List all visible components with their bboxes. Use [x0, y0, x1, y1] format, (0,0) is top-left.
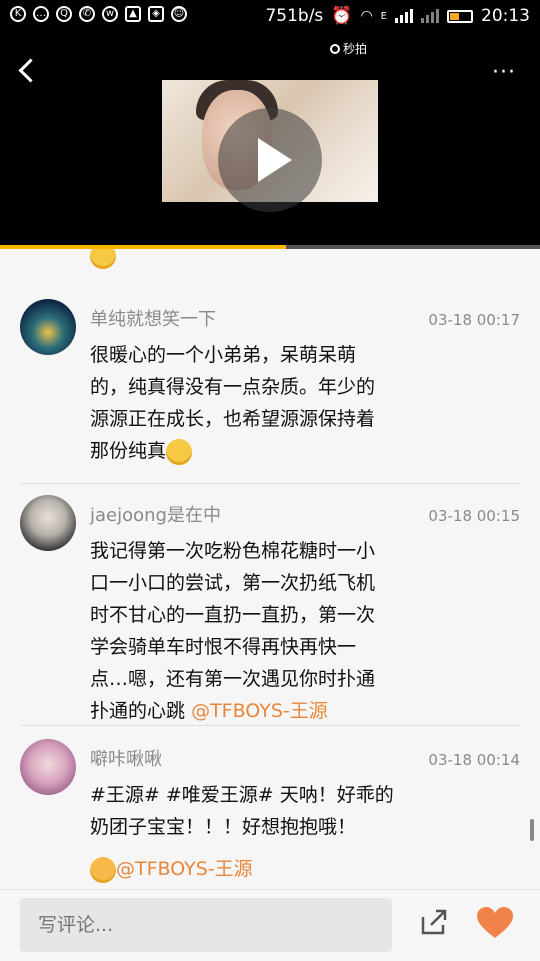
- more-options-icon[interactable]: ···: [492, 62, 516, 84]
- comment-text: 我记得第一次吃粉色棉花糖时一小 口一小口的尝试，第一次扔纸飞机 时不甘心的一直扔…: [90, 535, 410, 727]
- comment-line: 点…嗯，还有第一次遇见你时扑通: [90, 668, 376, 690]
- gallery-icon: ▲: [125, 6, 141, 22]
- network-speed: 751b/s: [265, 6, 324, 26]
- comment-line: 扑通的心跳 @TFBOYS-王源: [90, 700, 328, 722]
- shield-icon: ◈: [148, 6, 164, 22]
- comment-line: 我记得第一次吃粉色棉花糖时一小: [90, 540, 376, 562]
- avatar[interactable]: [20, 299, 76, 355]
- comment-list[interactable]: 单纯就想笑一下 03-18 00:17 很暖心的一个小弟弟，呆萌呆萌 的，纯真得…: [0, 249, 540, 889]
- clock: 20:13: [481, 6, 530, 26]
- comment-time: 03-18 00:17: [428, 311, 520, 329]
- comment-time: 03-18 00:14: [428, 751, 520, 769]
- comment-line: 很暖心的一个小弟弟，呆萌呆萌: [90, 344, 357, 366]
- emoji-icon: [90, 249, 116, 269]
- share-icon[interactable]: [420, 908, 448, 936]
- comment-item: 单纯就想笑一下 03-18 00:17 很暖心的一个小弟弟，呆萌呆萌 的，纯真得…: [0, 289, 540, 483]
- comment-line: 时不甘心的一直扔一直扔，第一次: [90, 604, 376, 626]
- back-icon[interactable]: [18, 58, 43, 83]
- comment-line: 口一小口的尝试，第一次扔纸飞机: [90, 572, 376, 594]
- heart-icon[interactable]: [476, 906, 514, 940]
- video-player[interactable]: 秒拍 ···: [0, 34, 540, 246]
- comment-line: 学会骑单车时恨不得再快再快一: [90, 636, 357, 658]
- smiley-icon: ☺: [171, 6, 187, 22]
- comment-line: 那份纯真: [90, 435, 410, 467]
- network-type: E: [380, 10, 387, 22]
- comment-author[interactable]: jaejoong是在中: [90, 501, 221, 527]
- kiss-emoji-icon: [90, 856, 116, 883]
- phone-icon: ✆: [79, 6, 95, 22]
- comment-line: #王源# #唯爱王源# 天呐！好乖的: [90, 784, 394, 806]
- comment-line: 的，纯真得没有一点杂质。年少的: [90, 376, 376, 398]
- comment-item: jaejoong是在中 03-18 00:15 我记得第一次吃粉色棉花糖时一小 …: [0, 485, 540, 725]
- play-button[interactable]: [218, 108, 322, 212]
- battery-icon: [447, 9, 473, 23]
- comment-author[interactable]: 单纯就想笑一下: [90, 305, 216, 331]
- signal-2-icon: [421, 9, 439, 23]
- comment-text: 很暖心的一个小弟弟，呆萌呆萌 的，纯真得没有一点杂质。年少的 源源正在成长，也希…: [90, 339, 410, 467]
- signal-icon: [395, 9, 413, 23]
- scrollbar[interactable]: [530, 819, 534, 841]
- comment-text: #王源# #唯爱王源# 天呐！好乖的 奶团子宝宝！！！好想抱抱哦！ @TFBOY…: [90, 779, 410, 885]
- smile-emoji-icon: [166, 438, 193, 465]
- weibo-icon: w: [102, 6, 118, 22]
- brand-logo-icon: [330, 43, 340, 54]
- comment-item: 噼咔啾啾 03-18 00:14 #王源# #唯爱王源# 天呐！好乖的 奶团子宝…: [0, 729, 540, 889]
- comment-line: 源源正在成长，也希望源源保持着: [90, 408, 376, 430]
- comment-time: 03-18 00:15: [428, 507, 520, 525]
- app-k-icon: K: [10, 6, 26, 22]
- comment-line: @TFBOYS-王源: [90, 853, 410, 885]
- comment-input[interactable]: [20, 898, 392, 952]
- comment-line: 奶团子宝宝！！！好想抱抱哦！: [90, 816, 357, 838]
- comment-bar: [0, 889, 540, 961]
- system-icons: 751b/s ⏰ ◠ E 20:13: [265, 6, 530, 26]
- notification-icons: K … Q ✆ w ▲ ◈ ☺: [10, 6, 187, 22]
- divider: [20, 483, 520, 484]
- avatar[interactable]: [20, 739, 76, 795]
- alarm-icon: ⏰: [331, 6, 353, 26]
- avatar[interactable]: [20, 495, 76, 551]
- mention-link[interactable]: @TFBOYS-王源: [191, 700, 328, 722]
- message-icon: …: [33, 6, 49, 22]
- status-bar: K … Q ✆ w ▲ ◈ ☺ 751b/s ⏰ ◠ E 20:13: [0, 0, 540, 34]
- brand-name: 秒拍: [343, 42, 368, 56]
- divider: [20, 725, 520, 726]
- mention-link[interactable]: @TFBOYS-王源: [116, 858, 253, 880]
- comment-author[interactable]: 噼咔啾啾: [90, 745, 162, 771]
- wifi-icon: ◠: [360, 8, 373, 24]
- brand-label: 秒拍: [330, 40, 367, 57]
- qq-icon: Q: [56, 6, 72, 22]
